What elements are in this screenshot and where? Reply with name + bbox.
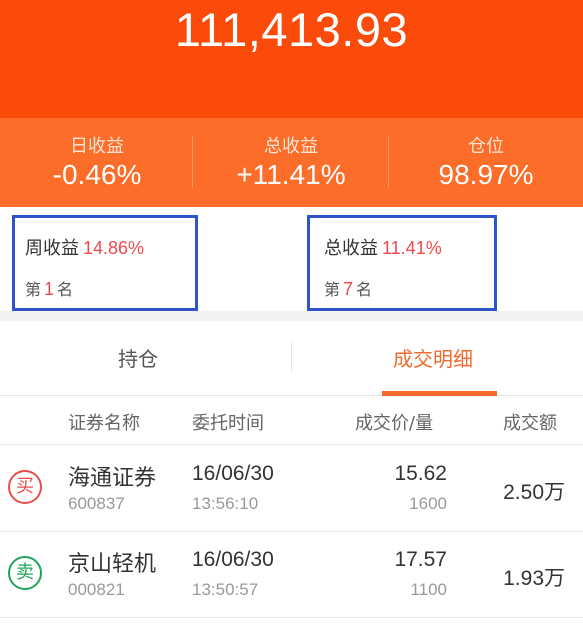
order-date: 16/06/30 [192, 462, 274, 485]
rank-prefix: 第 [324, 280, 341, 299]
security-code: 000821 [68, 580, 125, 599]
daily-return-stat: 日收益 -0.46% [0, 118, 194, 207]
total-rank-card[interactable]: 总收益 11.41% 第7名 [307, 215, 497, 311]
section-divider [0, 311, 583, 321]
order-date: 16/06/30 [192, 548, 274, 571]
deal-quantity: 1600 [409, 494, 447, 513]
daily-return-value: -0.46% [52, 159, 142, 190]
table-header: 证券名称 委托时间 成交价/量 成交额 [0, 397, 583, 445]
weekly-return-label: 周收益 [25, 238, 79, 259]
position-label: 仓位 [468, 136, 504, 157]
deal-amount: 1.93万 [503, 566, 565, 590]
total-return-value: +11.41% [236, 159, 346, 190]
position-value: 98.97% [438, 159, 534, 190]
tab-divider [291, 341, 292, 373]
col-price-volume: 成交价/量 [355, 413, 434, 434]
daily-return-label: 日收益 [70, 136, 124, 157]
deal-quantity: 1100 [410, 580, 447, 599]
table-row[interactable]: 卖 京山轻机 000821 16/06/30 13:50:57 17.57 11… [0, 532, 583, 618]
position-stat: 仓位 98.97% [389, 118, 583, 207]
rank-suffix: 名 [356, 280, 373, 299]
deal-price: 17.57 [394, 548, 447, 571]
tab-bar: 持仓 成交明细 [0, 321, 583, 396]
rank-suffix: 名 [57, 280, 74, 299]
total-rank-number: 7 [343, 279, 354, 299]
weekly-return-value: 14.86% [83, 238, 145, 258]
total-return-value: 11.41% [382, 238, 442, 258]
total-return-label: 总收益 [324, 238, 378, 259]
col-amount: 成交额 [503, 413, 557, 434]
deal-price: 15.62 [394, 462, 447, 485]
security-name: 海通证券 [68, 466, 157, 491]
table-row[interactable]: 买 海通证券 600837 16/06/30 13:56:10 15.62 16… [0, 446, 583, 532]
sell-badge: 卖 [8, 556, 42, 590]
total-return-stat: 总收益 +11.41% [194, 118, 388, 207]
security-name: 京山轻机 [68, 552, 157, 577]
total-return-label: 总收益 [264, 136, 318, 157]
weekly-rank-number: 1 [44, 279, 55, 299]
ranking-row: 周收益 14.86% 第1名 总收益 11.41% 第7名 [0, 207, 583, 317]
active-tab-indicator [382, 391, 497, 396]
account-header: 111,413.93 日收益 -0.46% 总收益 +11.41% 仓位 98.… [0, 0, 583, 207]
order-time: 13:56:10 [192, 494, 259, 513]
tab-deal-details[interactable]: 成交明细 [393, 343, 473, 372]
order-time: 13:50:57 [192, 580, 259, 599]
deal-amount: 2.50万 [503, 480, 565, 504]
rank-prefix: 第 [25, 280, 42, 299]
stat-divider [192, 136, 193, 188]
buy-badge: 买 [8, 470, 42, 504]
security-code: 600837 [68, 494, 125, 513]
tab-holdings[interactable]: 持仓 [118, 343, 158, 372]
stats-bar: 日收益 -0.46% 总收益 +11.41% 仓位 98.97% [0, 118, 583, 207]
col-order-time: 委托时间 [192, 413, 264, 434]
col-security-name: 证券名称 [68, 413, 140, 434]
total-asset-value: 111,413.93 [174, 3, 409, 56]
weekly-rank-card[interactable]: 周收益 14.86% 第1名 [12, 215, 198, 311]
